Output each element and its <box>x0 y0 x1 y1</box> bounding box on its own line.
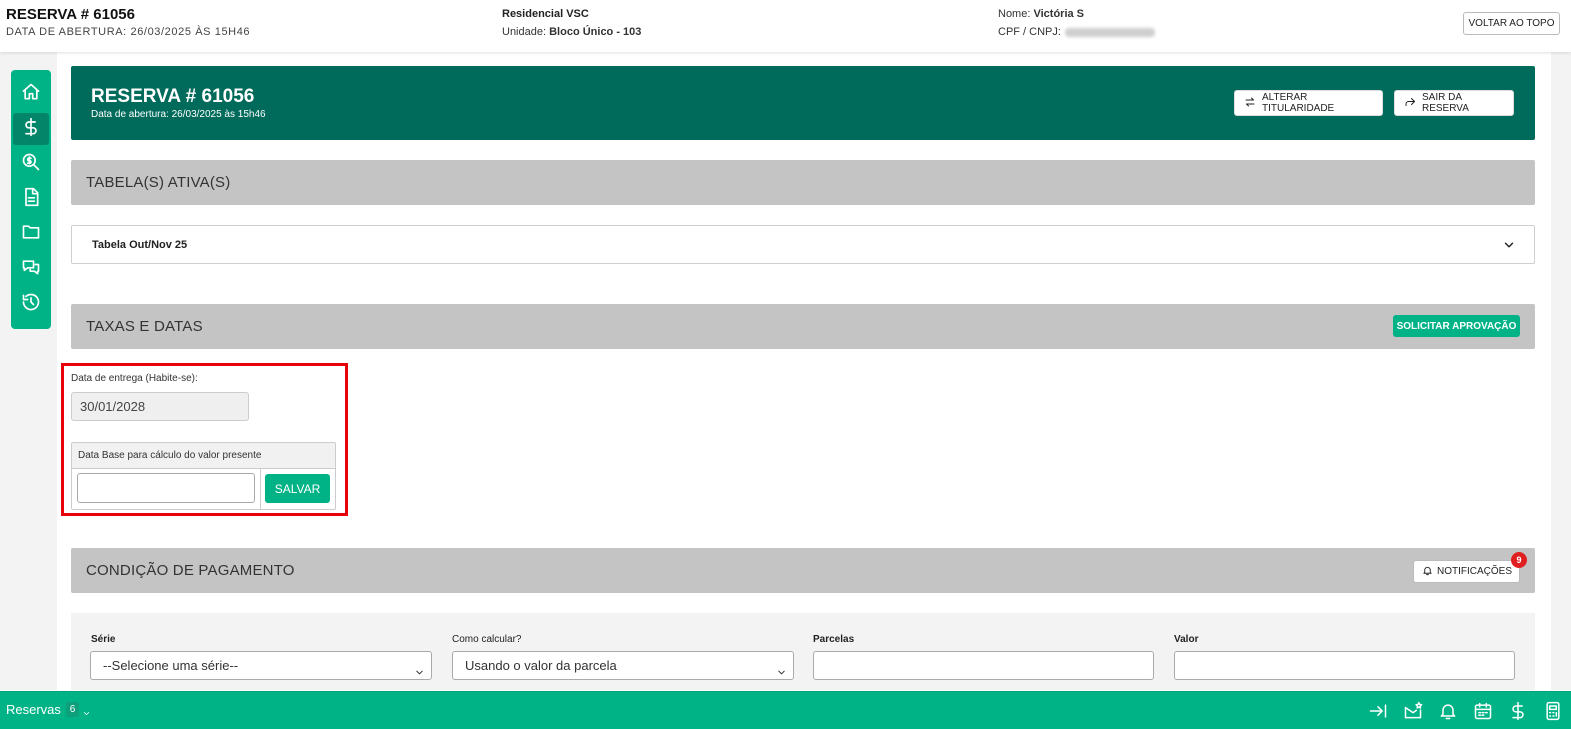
notifications-badge: 9 <box>1511 552 1527 568</box>
chevron-down-icon[interactable] <box>82 705 91 715</box>
client-label: Nome: <box>998 8 1031 20</box>
reservation-title: RESERVA # 61056 <box>6 6 135 23</box>
sidebar-item-history[interactable] <box>13 288 49 320</box>
share-arrow-icon <box>1404 96 1416 111</box>
document-icon <box>21 187 41 212</box>
home-icon <box>21 82 41 107</box>
sidebar-item-files[interactable] <box>13 218 49 250</box>
series-select[interactable]: --Selecione uma série-- <box>90 651 432 680</box>
cpf-label: CPF / CNPJ: <box>998 26 1061 38</box>
folder-icon <box>21 222 41 247</box>
change-ownership-label: ALTERAR TITULARIDADE <box>1262 92 1335 114</box>
reservations-tab[interactable]: Reservas <box>6 702 61 717</box>
unit-value: Bloco Único - 103 <box>549 26 642 38</box>
back-to-top-button[interactable]: VOLTAR AO TOPO <box>1463 12 1560 35</box>
arrow-to-right-icon[interactable] <box>1368 701 1388 721</box>
payment-condition-header: CONDIÇÃO DE PAGAMENTO <box>71 548 1535 593</box>
exit-reservation-button[interactable]: SAIR DA RESERVA <box>1394 90 1514 116</box>
installments-input[interactable] <box>813 651 1154 680</box>
calendar-icon[interactable] <box>1473 701 1493 721</box>
reservation-banner: RESERVA # 61056 Data de abertura: 26/03/… <box>71 66 1535 140</box>
payment-condition-title: CONDIÇÃO DE PAGAMENTO <box>86 562 295 579</box>
notifications-button[interactable]: NOTIFICAÇÕES <box>1413 560 1520 583</box>
installments-label: Parcelas <box>813 634 855 645</box>
opening-date: DATA DE ABERTURA: 26/03/2025 ÀS 15H46 <box>6 26 251 38</box>
cpf-redacted <box>1064 27 1155 37</box>
fees-dates-header: TAXAS E DATAS <box>71 304 1535 349</box>
banner-title: RESERVA # 61056 <box>91 86 255 107</box>
mail-star-icon[interactable] <box>1403 701 1423 721</box>
dollar-icon <box>21 117 41 142</box>
request-approval-button[interactable]: SOLICITAR APROVAÇÃO <box>1393 315 1520 337</box>
calculator-icon[interactable] <box>1543 701 1563 721</box>
client-name: Victória S <box>1033 8 1085 20</box>
calc-method-select[interactable]: Usando o valor da parcela <box>452 651 794 680</box>
project-name: Residencial VSC <box>502 8 589 20</box>
chevron-down-icon <box>776 660 787 675</box>
delivery-date-label: Data de entrega (Habite-se): <box>71 373 198 384</box>
value-input[interactable] <box>1174 651 1515 680</box>
base-date-label: Data Base para cálculo do valor presente <box>72 443 335 469</box>
fees-dates-title: TAXAS E DATAS <box>86 318 203 335</box>
sidebar-item-financial[interactable] <box>13 113 49 145</box>
sidebar-item-simulation[interactable] <box>13 148 49 180</box>
active-table-label: Tabela Out/Nov 25 <box>92 239 188 251</box>
unit-label: Unidade: <box>502 26 547 38</box>
series-label: Série <box>91 634 116 645</box>
swap-icon <box>1244 96 1256 111</box>
client-info: Nome: Victória S <box>998 8 1084 20</box>
notifications-label: NOTIFICAÇÕES <box>1437 566 1513 577</box>
reservations-count: 6 <box>66 702 79 717</box>
sidebar-item-home[interactable] <box>13 78 49 110</box>
group-divider <box>260 469 261 509</box>
top-header: RESERVA # 61056 DATA DE ABERTURA: 26/03/… <box>0 0 1571 52</box>
history-icon <box>21 292 41 317</box>
bottom-bar: Reservas 6 <box>0 691 1571 729</box>
value-label: Valor <box>1174 634 1199 645</box>
sidebar-item-messages[interactable] <box>13 253 49 285</box>
chat-icon <box>21 257 41 282</box>
bell-icon[interactable] <box>1438 701 1458 721</box>
save-button[interactable]: SALVAR <box>265 474 330 503</box>
sidebar-rail <box>11 70 51 329</box>
series-select-value: --Selecione uma série-- <box>103 658 239 673</box>
bell-icon <box>1422 565 1433 579</box>
active-tables-title: TABELA(S) ATIVA(S) <box>86 174 231 191</box>
delivery-date-field: 30/01/2028 <box>71 392 249 421</box>
unit-info: Unidade: Bloco Único - 103 <box>502 26 641 38</box>
calc-label: Como calcular? <box>452 634 522 645</box>
chevron-down-icon <box>414 660 425 675</box>
cpf-info: CPF / CNPJ: <box>998 26 1155 38</box>
sidebar-item-documents[interactable] <box>13 183 49 215</box>
active-table-accordion[interactable]: Tabela Out/Nov 25 <box>71 225 1535 264</box>
search-dollar-icon <box>21 152 41 177</box>
banner-subtitle: Data de abertura: 26/03/2025 às 15h46 <box>91 109 266 120</box>
chevron-down-icon <box>1502 238 1516 252</box>
base-date-input[interactable] <box>77 473 255 503</box>
exit-reservation-label: SAIR DA RESERVA <box>1422 92 1469 114</box>
active-tables-header: TABELA(S) ATIVA(S) <box>71 160 1535 205</box>
calc-method-value: Usando o valor da parcela <box>465 658 617 673</box>
change-ownership-button[interactable]: ALTERAR TITULARIDADE <box>1234 90 1383 116</box>
dollar-icon[interactable] <box>1508 701 1528 721</box>
